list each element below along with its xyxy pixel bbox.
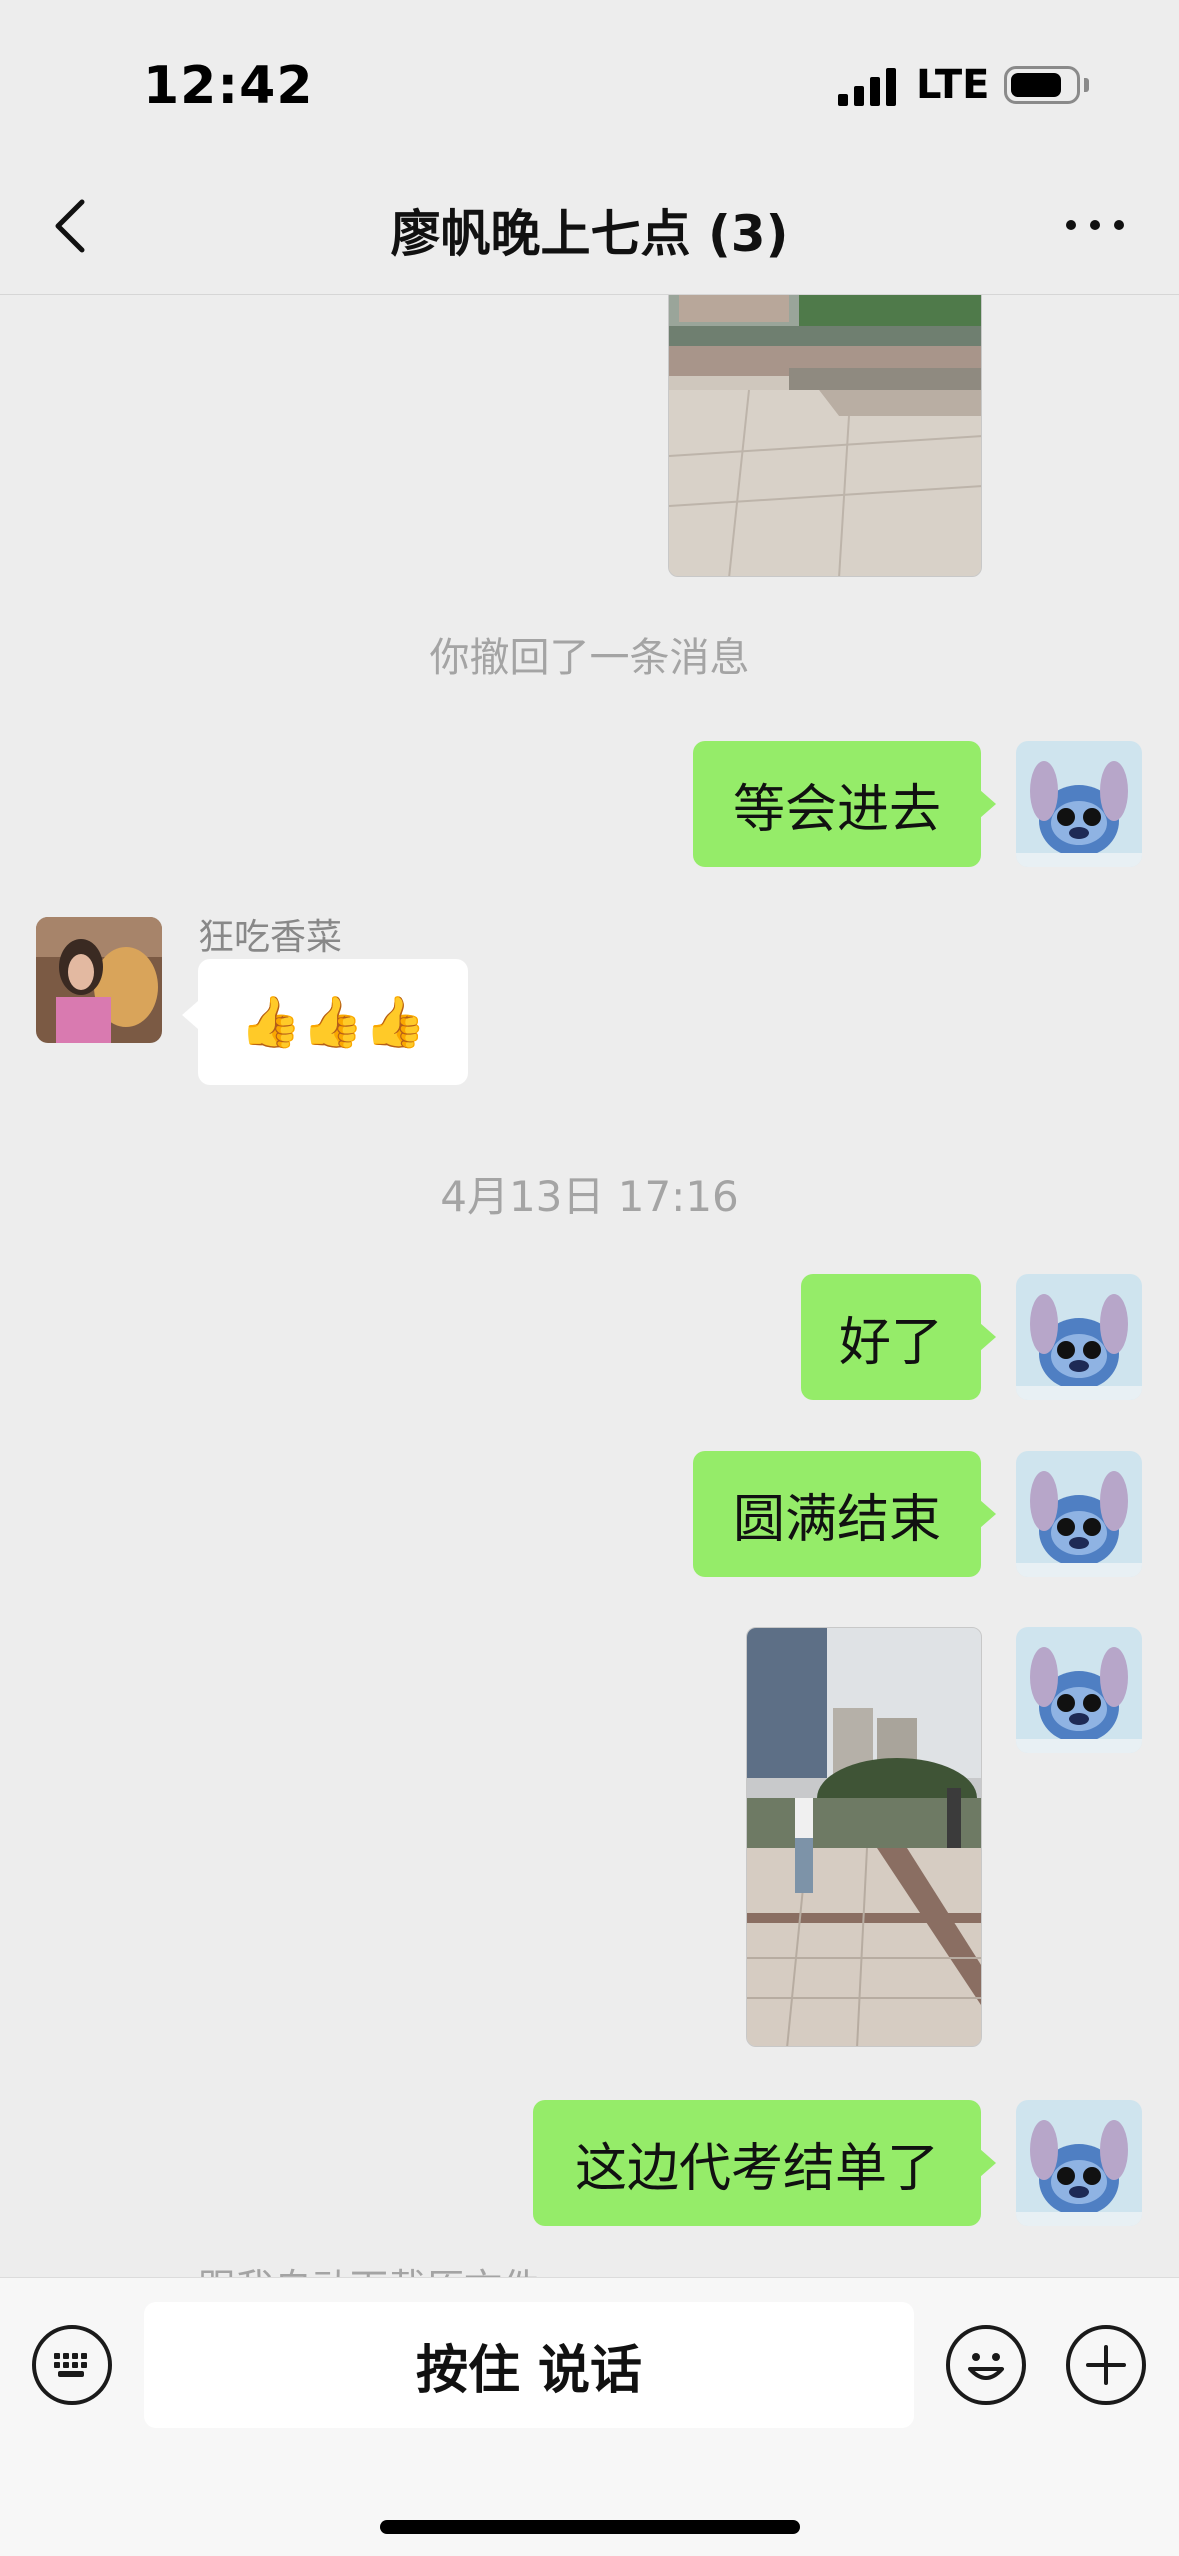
my-avatar[interactable] [1016, 1627, 1142, 1753]
status-time: 12:42 [143, 56, 314, 116]
signal-icon [838, 66, 900, 106]
friend-avatar[interactable] [36, 917, 162, 1043]
message-text: 圆满结束 [732, 1489, 941, 1550]
sender-name: 狂吃香菜 [198, 917, 343, 958]
keyboard-icon[interactable] [32, 2325, 112, 2405]
sent-bubble[interactable]: 这边代考结单了 [533, 2100, 981, 2226]
my-avatar[interactable] [1016, 1274, 1142, 1400]
my-avatar[interactable] [1016, 2100, 1142, 2226]
message-text: 好了 [838, 1312, 943, 1373]
bubble-tail [182, 1001, 198, 1029]
talk-label: 按住 说话 [415, 2340, 643, 2401]
network-label: LTE [916, 62, 990, 108]
my-avatar[interactable] [1016, 1451, 1142, 1577]
received-bubble[interactable]: 👍👍👍 [198, 959, 468, 1085]
bubble-tail [980, 790, 996, 818]
message-text: 这边代考结单了 [574, 2138, 939, 2199]
input-bar: 按住 说话 [0, 2277, 1179, 2556]
more-dots-icon[interactable] [1060, 200, 1130, 250]
battery-tip [1084, 78, 1089, 92]
partial-system-text: 跟我自动下载原文件 [198, 2257, 540, 2277]
message-text: 等会进去 [732, 779, 941, 840]
sent-photo-plaza[interactable] [668, 295, 982, 577]
recall-notice: 你撤回了一条消息 [429, 635, 750, 681]
hold-to-talk-button[interactable]: 按住 说话 [144, 2302, 914, 2428]
chat-screen: 12:42 LTE 廖帆晚上七点 (3) 你撤回了一条消息 等会进去 狂吃香菜 … [0, 0, 1179, 2556]
message-list[interactable]: 你撤回了一条消息 等会进去 狂吃香菜 👍👍👍 4月13日 17:16 好了 圆满… [0, 295, 1179, 2277]
sent-bubble[interactable]: 圆满结束 [693, 1451, 981, 1577]
nav-bar: 廖帆晚上七点 (3) [0, 160, 1179, 295]
bubble-tail [980, 2149, 996, 2177]
timestamp: 4月13日 17:16 [440, 1172, 739, 1221]
chat-title: 廖帆晚上七点 (3) [390, 205, 789, 263]
bubble-tail [980, 1323, 996, 1351]
battery-icon [1004, 66, 1080, 104]
sent-photo-street[interactable] [746, 1627, 982, 2047]
plus-icon[interactable] [1066, 2325, 1146, 2405]
message-text: 👍👍👍 [239, 992, 427, 1051]
emoji-icon[interactable] [946, 2325, 1026, 2405]
sent-bubble[interactable]: 好了 [801, 1274, 981, 1400]
home-indicator [380, 2520, 800, 2534]
sent-bubble[interactable]: 等会进去 [693, 741, 981, 867]
my-avatar[interactable] [1016, 741, 1142, 867]
bubble-tail [980, 1500, 996, 1528]
